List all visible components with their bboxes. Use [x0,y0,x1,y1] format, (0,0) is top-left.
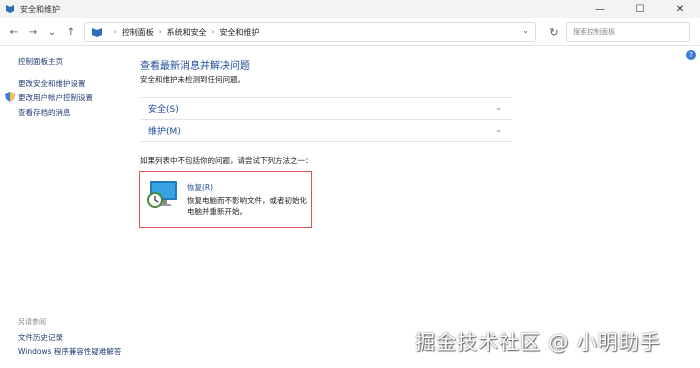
search-input[interactable]: 搜索控制面板 [566,22,690,42]
page-title: 查看最新消息并解决问题 [140,61,250,72]
sidebar: 控制面板主页 更改安全和维护设置 更改用户帐户控制设置 查看存档的消息 另请参阅… [0,46,130,368]
address-bar[interactable]: › 控制面板 › 系统和安全 › 安全和维护 ⌄ [84,22,536,42]
help-icon: ? [689,51,693,59]
uac-shield-icon [5,92,15,102]
address-dropdown-icon[interactable]: ⌄ [522,26,529,35]
recovery-monitor-icon [147,181,177,208]
sidebar-link-change-security-settings[interactable]: 更改安全和维护设置 [18,78,86,89]
breadcrumb-control-panel[interactable]: 控制面板 [122,27,154,38]
sidebar-link-archived-messages[interactable]: 查看存档的消息 [18,107,71,118]
minimize-button[interactable]: — [580,0,620,18]
recovery-option[interactable]: 恢复(R) 恢复电脑而不影响文件，或者初始化电脑并重新开始。 [139,171,312,228]
recovery-description: 恢复电脑而不影响文件，或者初始化电脑并重新开始。 [187,196,307,216]
breadcrumb-security-maintenance[interactable]: 安全和维护 [219,27,259,38]
status-message: 安全和维护未检测到任何问题。 [140,75,245,84]
window-title: 安全和维护 [20,4,60,14]
section-security[interactable]: 安全(S) ⌄ [140,97,512,119]
recovery-title[interactable]: 恢复(R) [187,182,213,193]
chevron-down-icon: ⌄ [495,125,502,134]
chevron-down-icon: ⌄ [47,26,57,38]
arrow-right-icon: → [28,26,38,38]
section-maintenance-label: 维护(M) [148,127,181,137]
breadcrumb-separator: › [114,28,117,36]
minimize-icon: — [595,3,605,15]
sidebar-link-file-history[interactable]: 文件历史记录 [18,332,63,343]
breadcrumb-system-security[interactable]: 系统和安全 [167,27,207,38]
arrow-up-icon: ↑ [66,26,76,38]
maximize-button[interactable]: ☐ [620,0,660,18]
troubleshoot-prompt: 如果列表中不包括你的问题，请尝试下列方法之一： [140,156,313,165]
section-maintenance[interactable]: 维护(M) ⌄ [140,119,512,141]
help-button[interactable]: ? [686,50,696,60]
forward-button[interactable]: → [25,24,41,40]
refresh-button[interactable]: ↻ [546,24,562,40]
arrow-left-icon: ← [9,26,19,38]
flag-icon [6,5,14,13]
navigation-bar: ← → ⌄ ↑ › 控制面板 › 系统和安全 › 安全和维护 ⌄ ↻ 搜索控制面… [0,18,700,46]
section-security-label: 安全(S) [148,105,179,115]
see-also-header: 另请参阅 [18,318,46,326]
close-icon: ✕ [675,3,685,15]
sidebar-link-control-panel-home[interactable]: 控制面板主页 [18,56,63,67]
control-panel-icon [92,28,102,37]
refresh-icon: ↻ [549,25,559,39]
sidebar-link-compat-troubleshooter[interactable]: Windows 程序兼容性疑难解答 [18,346,121,357]
sidebar-link-uac-settings[interactable]: 更改用户帐户控制设置 [18,92,93,103]
chevron-down-icon: ⌄ [495,103,502,112]
up-button[interactable]: ↑ [63,24,79,40]
breadcrumb-separator: › [158,28,162,36]
search-placeholder: 搜索控制面板 [573,28,615,36]
close-button[interactable]: ✕ [660,0,700,18]
maximize-icon: ☐ [635,3,645,15]
back-button[interactable]: ← [6,24,22,40]
recent-locations-button[interactable]: ⌄ [44,24,60,40]
section-divider [140,141,512,142]
watermark: 掘金技术社区 @ 小明助手 [415,330,661,354]
breadcrumb-separator: › [211,28,215,36]
